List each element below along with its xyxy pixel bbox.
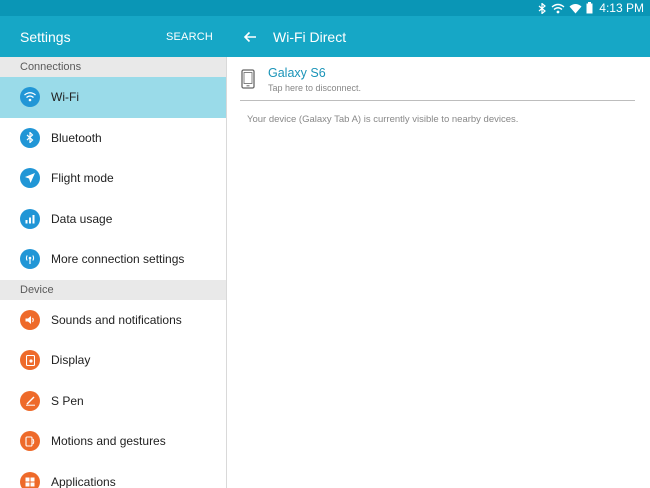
sidebar-item-bluetooth[interactable]: Bluetooth — [0, 118, 226, 159]
status-time: 4:13 PM — [599, 1, 644, 15]
wifi-direct-app-bar: Wi-Fi Direct — [227, 16, 650, 57]
antenna-icon — [20, 249, 40, 270]
data-usage-icon — [20, 208, 40, 229]
wifi-icon — [20, 87, 40, 108]
sidebar-item-flight-mode[interactable]: Flight mode — [0, 158, 226, 199]
sidebar-item-label: Data usage — [51, 211, 113, 226]
sidebar-item-label: Applications — [51, 474, 116, 488]
wifi-icon — [569, 0, 582, 16]
bluetooth-icon — [20, 127, 40, 148]
sidebar-item-label: Sounds and notifications — [51, 312, 182, 327]
section-header-connections: Connections — [0, 57, 226, 77]
sidebar-item-label: Wi-Fi — [51, 90, 79, 105]
device-subtitle: Tap here to disconnect. — [268, 83, 362, 93]
bluetooth-icon — [538, 0, 547, 16]
speaker-icon — [20, 309, 40, 330]
pen-icon — [20, 390, 40, 411]
status-bar: 4:13 PM — [0, 0, 650, 16]
device-name: Galaxy S6 — [268, 66, 326, 80]
sidebar-item-sounds-and-notifications[interactable]: Sounds and notifications — [0, 300, 226, 341]
sidebar-item-label: S Pen — [51, 393, 84, 408]
paired-device-row[interactable]: Galaxy S6 Tap here to disconnect. — [240, 65, 635, 101]
battery-icon — [586, 0, 593, 16]
device-texts: Galaxy S6 Tap here to disconnect. — [268, 65, 361, 93]
sidebar-item-label: More connection settings — [51, 252, 185, 267]
back-arrow-icon[interactable] — [243, 29, 259, 45]
sidebar-item-applications[interactable]: Applications — [0, 462, 226, 488]
settings-sidebar: Connections Wi-Fi Bluetooth Flight mode … — [0, 57, 227, 488]
display-icon — [20, 350, 40, 371]
sidebar-item-data-usage[interactable]: Data usage — [0, 199, 226, 240]
sidebar-item-label: Display — [51, 353, 91, 368]
gesture-icon — [20, 431, 40, 452]
apps-icon — [20, 471, 40, 488]
airplane-icon — [20, 168, 40, 189]
sidebar-item-label: Motions and gestures — [51, 434, 166, 449]
search-button[interactable]: SEARCH — [166, 31, 213, 43]
sidebar-item-motions-and-gestures[interactable]: Motions and gestures — [0, 421, 226, 462]
sidebar-item-display[interactable]: Display — [0, 340, 226, 381]
page-title: Wi-Fi Direct — [273, 28, 347, 45]
section-header-device: Device — [0, 279, 226, 300]
wifi-direct-content: Galaxy S6 Tap here to disconnect. Your d… — [228, 57, 650, 488]
visibility-note: Your device (Galaxy Tab A) is currently … — [247, 114, 519, 125]
settings-app-bar: Settings SEARCH — [0, 16, 227, 57]
phone-icon — [241, 69, 255, 89]
sidebar-item-label: Bluetooth — [51, 130, 102, 145]
sidebar-item-s-pen[interactable]: S Pen — [0, 381, 226, 422]
settings-title: Settings — [20, 28, 71, 45]
wifi-direct-icon — [551, 0, 565, 16]
sidebar-item-wifi[interactable]: Wi-Fi — [0, 77, 226, 118]
sidebar-item-label: Flight mode — [51, 171, 114, 186]
sidebar-item-more-connection-settings[interactable]: More connection settings — [0, 239, 226, 280]
